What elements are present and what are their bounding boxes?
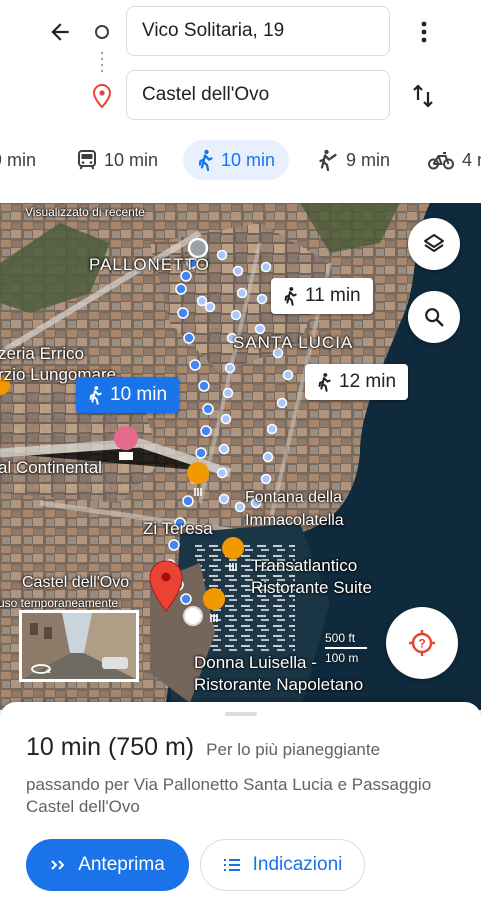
tab-bike[interactable]: 4 m <box>428 140 481 180</box>
preview-label: Anteprima <box>78 854 165 875</box>
place-santa-lucia[interactable]: SANTA LUCIA <box>233 333 353 353</box>
route-summary: 10 min (750 m) Per lo più pianeggiante <box>26 733 380 762</box>
place-transatlantico-2[interactable]: Ristorante Suite <box>251 578 372 598</box>
swap-vert-icon <box>413 84 433 108</box>
place-castel-dell-ovo[interactable]: Castel dell'Ovo <box>22 574 129 592</box>
scale-m: 100 m <box>325 651 359 665</box>
recent-label: Visualizzato di recente <box>25 205 145 219</box>
tab-ride[interactable]: 9 min <box>318 140 390 180</box>
place-zi-teresa[interactable]: Zi Teresa <box>143 519 213 539</box>
place-pizzeria-1[interactable]: zeria Errico <box>0 344 84 364</box>
origin-text: Vico Solitaria, 19 <box>142 20 285 41</box>
directions-header: Vico Solitaria, 19 Castel dell'Ovo <box>0 0 481 140</box>
scale-ft: 500 ft <box>325 631 356 645</box>
route-via: passando per Via Pallonetto Santa Lucia … <box>26 775 432 816</box>
layers-button[interactable] <box>408 218 460 270</box>
place-fontana-1[interactable]: Fontana della <box>245 489 342 507</box>
back-button[interactable] <box>44 16 76 48</box>
route-chip-selected[interactable]: 10 min <box>76 377 180 413</box>
route-connector <box>101 50 103 74</box>
place-continental[interactable]: al Continental <box>0 458 102 478</box>
more-options-button[interactable] <box>410 16 438 48</box>
tab-bike-label: 4 m <box>462 149 481 170</box>
swap-button[interactable] <box>408 80 438 112</box>
walk-icon <box>198 149 213 171</box>
tab-drive[interactable]: 9 min <box>0 140 36 180</box>
preview-button[interactable]: Anteprima <box>26 839 189 891</box>
location-unknown-icon: ? <box>409 630 435 656</box>
route-chip-alt1-label: 11 min <box>305 285 361 306</box>
route-chip-alt2-label: 12 min <box>339 371 397 392</box>
travel-mode-tabs: 9 min 10 min 10 min 9 min 4 m <box>0 136 481 184</box>
route-terrain-note: Per lo più pianeggiante <box>206 740 381 759</box>
svg-text:?: ? <box>418 637 425 651</box>
directions-screen: Vico Solitaria, 19 Castel dell'Ovo 9 min… <box>0 0 481 900</box>
walk-icon <box>89 386 102 405</box>
more-vert-icon <box>421 21 427 43</box>
walk-icon <box>284 287 297 306</box>
sheet-drag-handle[interactable] <box>225 712 257 716</box>
transit-icon <box>78 150 96 170</box>
tab-ride-label: 9 min <box>346 149 391 170</box>
place-transatlantico-1[interactable]: Transatlantico <box>251 556 357 576</box>
tab-walk-label: 10 min <box>221 149 276 170</box>
tab-walk[interactable]: 10 min <box>183 140 290 180</box>
street-view-icon <box>31 664 51 674</box>
route-chip-alt1[interactable]: 11 min <box>271 278 373 314</box>
bike-icon <box>428 152 454 170</box>
tab-transit-label: 10 min <box>104 149 159 170</box>
arrow-back-icon <box>51 23 69 41</box>
street-view-thumbnail[interactable] <box>19 610 139 682</box>
ride-service-icon <box>319 149 337 171</box>
place-pallonetto[interactable]: PALLONETTO <box>89 255 210 275</box>
walk-icon <box>318 373 331 392</box>
place-fontana-2[interactable]: Immacolatella <box>245 512 344 530</box>
search-icon <box>425 308 444 327</box>
tab-transit[interactable]: 10 min <box>78 140 158 180</box>
place-donna-luisella-2[interactable]: Ristorante Napoletano <box>194 675 363 695</box>
directions-label: Indicazioni <box>252 854 343 875</box>
list-icon <box>223 859 240 871</box>
tab-drive-label: 9 min <box>0 149 37 170</box>
place-castel-note: uso temporaneamente <box>0 596 119 610</box>
search-along-route-button[interactable] <box>408 291 460 343</box>
route-summary-sheet[interactable]: 10 min (750 m) Per lo più pianeggiante p… <box>0 702 481 900</box>
map-scale: 500 ft 100 m <box>325 631 367 665</box>
route-chip-selected-label: 10 min <box>110 384 168 405</box>
map-view[interactable]: Visualizzato di recente PALLONETTO SANTA… <box>0 203 481 710</box>
my-location-button[interactable]: ? <box>386 607 458 679</box>
place-donna-luisella-1[interactable]: Donna Luisella - <box>194 653 317 673</box>
destination-field[interactable]: Castel dell'Ovo <box>126 70 390 120</box>
origin-circle-icon <box>95 25 109 39</box>
layers-icon <box>424 234 444 252</box>
origin-field[interactable]: Vico Solitaria, 19 <box>126 6 390 56</box>
route-time-distance: 10 min (750 m) <box>26 733 195 761</box>
destination-pin-icon <box>92 83 112 113</box>
directions-list-button[interactable]: Indicazioni <box>200 839 365 891</box>
navigation-arrows-icon <box>51 860 65 870</box>
route-chip-alt2[interactable]: 12 min <box>305 364 409 400</box>
destination-text: Castel dell'Ovo <box>142 84 270 105</box>
